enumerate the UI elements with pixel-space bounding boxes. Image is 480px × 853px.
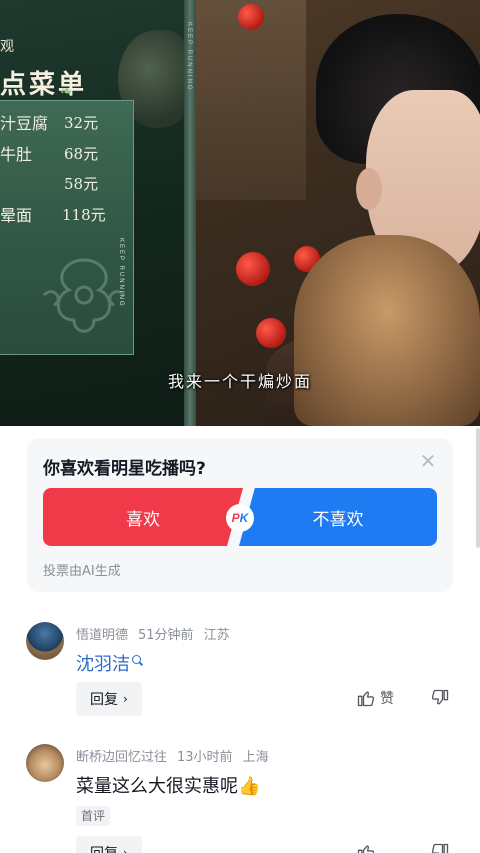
- comment-username[interactable]: 断桥边回忆过往: [76, 750, 167, 765]
- chevron-right-icon: ›: [123, 692, 128, 706]
- background-wall: [196, 0, 306, 200]
- vote-dislike-button[interactable]: 不喜欢: [239, 488, 437, 546]
- avatar[interactable]: [26, 622, 64, 660]
- like-button[interactable]: 赞: [356, 688, 394, 708]
- first-comment-badge: 首评: [76, 806, 111, 826]
- decoration-ornament: [238, 4, 264, 30]
- reply-label: 回复: [90, 692, 118, 708]
- comment-item: 断桥边回忆过往 13小时前上海 菜量这么大很实惠呢👍 首评 回复 ›: [0, 742, 480, 853]
- menu-title: 点菜单: [0, 70, 88, 100]
- poll-question: 你喜欢看明星吃播吗?: [43, 459, 206, 479]
- thumbs-down-icon: [431, 843, 449, 853]
- close-icon[interactable]: ✕: [417, 450, 439, 472]
- like-label: 赞: [380, 691, 394, 707]
- thumbs-up-emoji-icon: 👍: [238, 776, 261, 797]
- menu-header-fragment: 观: [0, 39, 14, 55]
- reply-button[interactable]: 回复 ›: [76, 836, 142, 853]
- comment-text: 菜量这么大很实惠呢👍: [76, 772, 260, 798]
- dislike-button[interactable]: [430, 688, 450, 712]
- avatar[interactable]: [26, 744, 64, 782]
- thumbs-down-icon: [431, 689, 449, 705]
- comment-username[interactable]: 悟道明德: [76, 628, 128, 643]
- person-fur-collar: [294, 235, 480, 426]
- search-icon[interactable]: [132, 655, 141, 664]
- dislike-button[interactable]: [430, 842, 450, 853]
- comment-meta: 悟道明德 51分钟前 江苏: [76, 624, 240, 643]
- video-scene: [196, 0, 480, 426]
- comment-meta: 断桥边回忆过往 13小时前 上海: [76, 746, 279, 765]
- decoration-ornament: [256, 318, 286, 348]
- comment-text[interactable]: 沈羽洁: [76, 650, 141, 676]
- menu-item-price: 68元: [64, 145, 99, 163]
- comment-location: 上海: [242, 750, 269, 765]
- comment-text-content[interactable]: 沈羽洁: [76, 654, 130, 675]
- poll-card: 你喜欢看明星吃播吗? ✕ 喜欢 不喜欢 PK 投票由AI生成: [27, 438, 453, 592]
- comment-item: 悟道明德 51分钟前 江苏 沈羽洁 回复 › 赞: [0, 620, 480, 730]
- menu-item-name: 晕面: [0, 206, 33, 225]
- comment-text-content: 菜量这么大很实惠呢: [76, 776, 238, 797]
- menu-item-name: 牛肚: [0, 145, 33, 164]
- app-screen: KEEP RUNNING KEEP RUNNING 观 点菜单 ❧ 汁豆腐 32…: [0, 0, 480, 853]
- scrollbar[interactable]: [476, 428, 480, 548]
- person-ear: [356, 168, 382, 210]
- menu-item-price: 58元: [64, 175, 99, 193]
- leaf-icon: ❧: [60, 82, 73, 100]
- poll-note: 投票由AI生成: [43, 564, 121, 579]
- thumbs-up-icon: [357, 691, 375, 707]
- comment-time: 51分钟前: [138, 628, 194, 643]
- reply-label: 回复: [90, 843, 118, 853]
- menu-pattern-ornament: [42, 258, 126, 333]
- brand-vertical-text: KEEP RUNNING: [186, 22, 192, 92]
- pk-badge-icon: PK: [226, 504, 254, 532]
- video-subtitle: 我来一个干煸炒面: [167, 372, 312, 391]
- menu-item-price: 118元: [62, 206, 106, 224]
- pk-letter-p: P: [231, 511, 240, 525]
- pk-letter-k: K: [239, 511, 249, 525]
- vote-like-button[interactable]: 喜欢: [43, 488, 243, 546]
- decoration-ornament: [236, 252, 270, 286]
- reply-button[interactable]: 回复 ›: [76, 682, 142, 716]
- comment-location: 江苏: [203, 628, 230, 643]
- like-button[interactable]: [356, 842, 376, 853]
- comment-time: 13小时前: [177, 750, 233, 765]
- menu-item-price: 32元: [64, 114, 99, 132]
- thumbs-up-icon: [357, 845, 375, 853]
- chevron-right-icon: ›: [123, 846, 128, 853]
- menu-item-name: 汁豆腐: [0, 114, 49, 133]
- video-player[interactable]: KEEP RUNNING KEEP RUNNING 观 点菜单 ❧ 汁豆腐 32…: [0, 0, 480, 426]
